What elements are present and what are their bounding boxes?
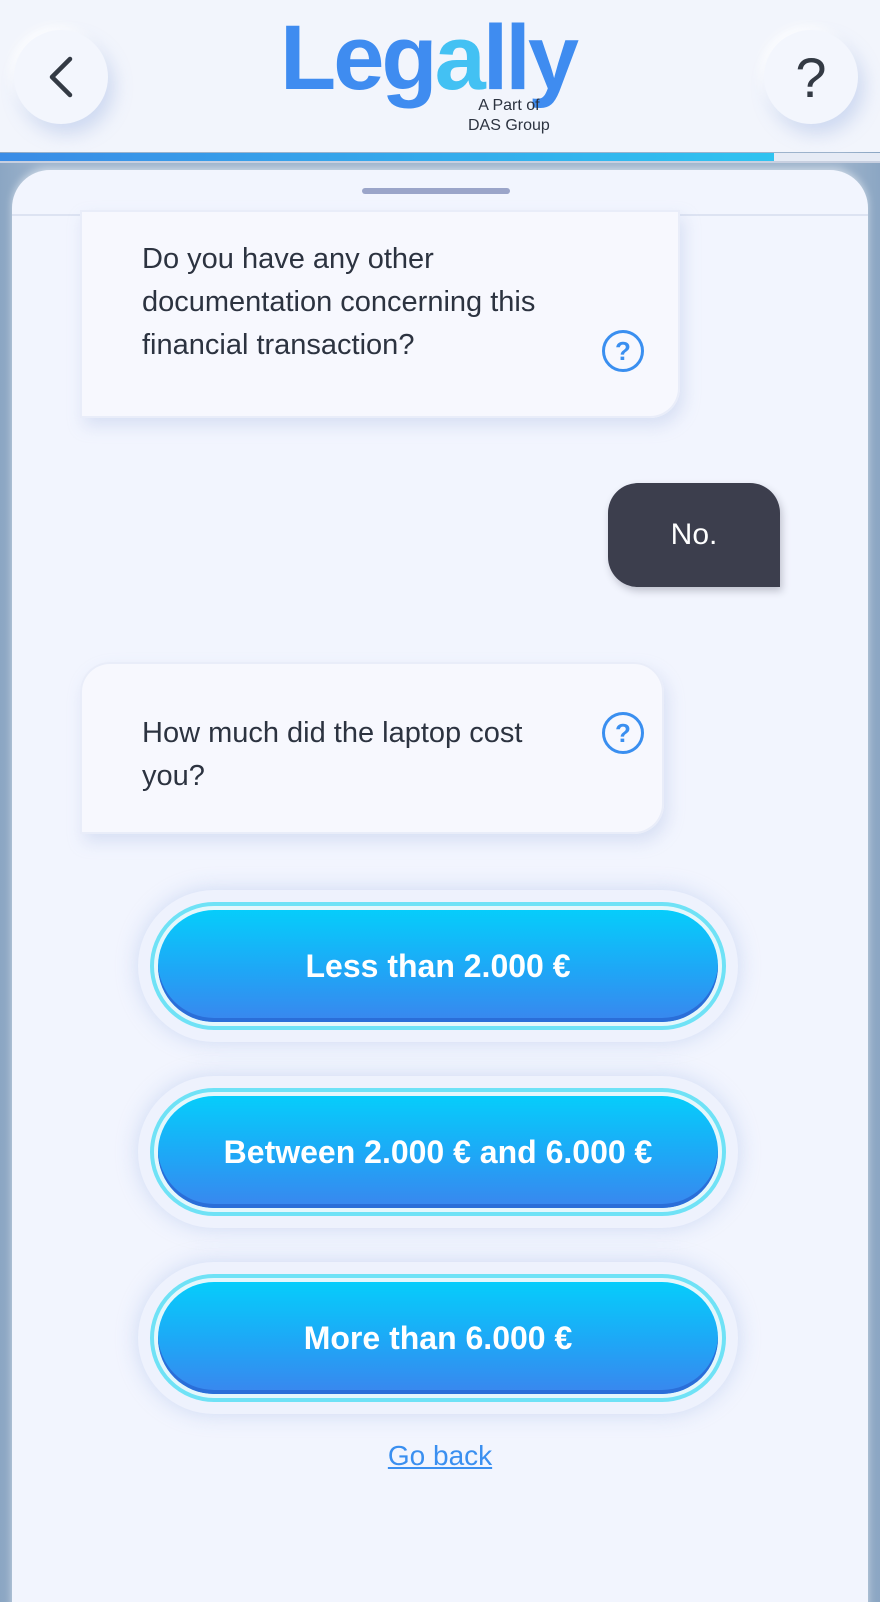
user-message: No.: [608, 483, 780, 587]
message-text: No.: [670, 518, 718, 551]
chevron-left-icon: [49, 56, 73, 98]
go-back-link[interactable]: Go back: [12, 1440, 868, 1472]
question-circle-icon[interactable]: ?: [602, 712, 644, 754]
logo-subtitle: A Part of DAS Group: [468, 97, 550, 134]
answer-option: More than 6.000 €: [138, 1262, 738, 1414]
header: Legally A Part of DAS Group ?: [0, 0, 880, 152]
progress-fill: [0, 153, 775, 161]
question-mark-icon: ?: [795, 45, 827, 109]
bot-message: How much did the laptop cost you? ?: [80, 662, 664, 834]
answer-between-2000-6000-button[interactable]: Between 2.000 € and 6.000 €: [158, 1096, 718, 1208]
answer-option: Between 2.000 € and 6.000 €: [138, 1076, 738, 1228]
back-button[interactable]: [14, 30, 108, 124]
progress-bar: [0, 153, 880, 163]
chat-card: Do you have any other documentation conc…: [12, 170, 868, 1602]
help-button[interactable]: ?: [764, 30, 858, 124]
question-circle-icon[interactable]: ?: [602, 330, 644, 372]
answer-option: Less than 2.000 €: [138, 890, 738, 1042]
answer-less-than-2000-button[interactable]: Less than 2.000 €: [158, 910, 718, 1022]
message-text: How much did the laptop cost you?: [142, 717, 523, 792]
app-screen: Legally A Part of DAS Group ? Do you hav…: [0, 0, 880, 1602]
message-text: Do you have any other documentation conc…: [142, 243, 536, 361]
logo-wordmark: Legally: [280, 7, 579, 109]
legally-logo: Legally A Part of DAS Group: [280, 12, 600, 136]
bot-message: Do you have any other documentation conc…: [80, 210, 680, 418]
answer-more-than-6000-button[interactable]: More than 6.000 €: [158, 1282, 718, 1394]
drag-handle[interactable]: [362, 188, 510, 194]
